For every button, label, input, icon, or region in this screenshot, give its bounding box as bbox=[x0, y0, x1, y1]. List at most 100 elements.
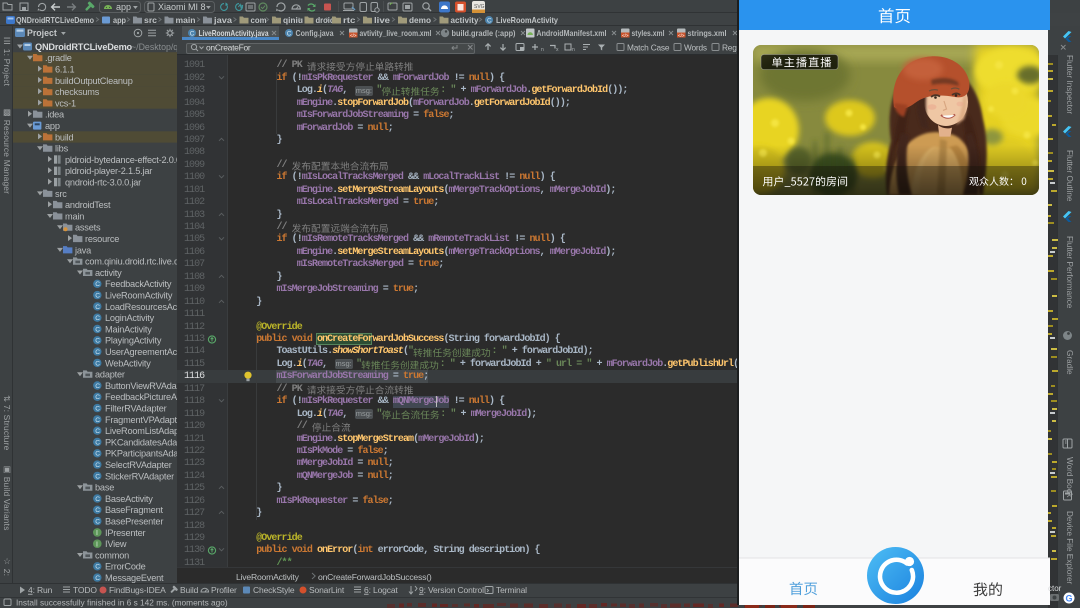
svg-text:BaseActivity: BaseActivity bbox=[105, 494, 153, 504]
svg-text:BaseFragment: BaseFragment bbox=[105, 505, 164, 515]
svg-text:resource: resource bbox=[85, 234, 119, 244]
svg-text:C: C bbox=[95, 315, 100, 322]
svg-text:TODO: TODO bbox=[73, 585, 97, 595]
svg-text:4: Run: 4: Run bbox=[28, 585, 53, 595]
svg-text:buildOutputCleanup: buildOutputCleanup bbox=[55, 76, 133, 86]
svg-text:com.qiniu.droid.rtc.live.de: com.qiniu.droid.rtc.live.de bbox=[85, 257, 177, 267]
svg-text:main: main bbox=[65, 211, 84, 221]
svg-text:libs: libs bbox=[55, 144, 69, 154]
svg-text:I: I bbox=[96, 541, 98, 548]
svg-text:assets: assets bbox=[75, 223, 101, 233]
svg-text:C: C bbox=[95, 338, 100, 345]
svg-text:FeedbackPictureAda: FeedbackPictureAda bbox=[105, 392, 177, 402]
svg-text:SVG: SVG bbox=[474, 4, 485, 10]
svg-text:C: C bbox=[95, 406, 100, 413]
svg-text:C: C bbox=[487, 18, 492, 25]
svg-text:C: C bbox=[95, 496, 100, 503]
svg-text:FindBugs-IDEA: FindBugs-IDEA bbox=[109, 585, 166, 595]
svg-text:C: C bbox=[95, 575, 100, 582]
svg-text:6: Logcat: 6: Logcat bbox=[364, 585, 398, 595]
svg-text:FeedbackActivity: FeedbackActivity bbox=[105, 279, 172, 289]
svg-text:qiniu: qiniu bbox=[283, 15, 303, 25]
svg-text:LiveRoomActivity: LiveRoomActivity bbox=[496, 15, 558, 25]
svg-text:StickerRVAdapter: StickerRVAdapter bbox=[105, 471, 174, 481]
svg-text:C: C bbox=[95, 281, 100, 288]
svg-text:Xiaomi MI 8: Xiaomi MI 8 bbox=[158, 2, 206, 12]
svg-text:SelectRVAdapter: SelectRVAdapter bbox=[105, 460, 172, 470]
svg-text:Profiler: Profiler bbox=[211, 585, 237, 595]
svg-text:QNDroidRTCLiveDemo: QNDroidRTCLiveDemo bbox=[16, 15, 94, 25]
svg-text:base: base bbox=[95, 483, 114, 493]
svg-text:androidTest: androidTest bbox=[65, 200, 111, 210]
svg-text:C: C bbox=[95, 564, 100, 571]
svg-text:C: C bbox=[95, 439, 100, 446]
svg-text:PKCandidatesAdapte: PKCandidatesAdapte bbox=[105, 437, 177, 447]
svg-text:MessageEvent: MessageEvent bbox=[105, 573, 164, 583]
svg-text:C: C bbox=[95, 360, 100, 367]
svg-text:I: I bbox=[96, 530, 98, 537]
svg-text:CheckStyle: CheckStyle bbox=[253, 585, 295, 595]
svg-text:droid: droid bbox=[316, 15, 335, 25]
svg-text:C: C bbox=[95, 349, 100, 356]
svg-text:app: app bbox=[45, 121, 60, 131]
svg-text:C: C bbox=[95, 394, 100, 401]
svg-text:src: src bbox=[144, 15, 157, 25]
svg-text:~/Desktop/qini: ~/Desktop/qini bbox=[131, 42, 177, 52]
svg-text:LoginActivity: LoginActivity bbox=[105, 313, 155, 323]
svg-text:C: C bbox=[95, 473, 100, 480]
svg-text:WebActivity: WebActivity bbox=[105, 358, 151, 368]
svg-text:app: app bbox=[116, 2, 131, 12]
svg-text:rtc: rtc bbox=[343, 15, 356, 25]
svg-text:pldroid-player-2.1.5.jar: pldroid-player-2.1.5.jar bbox=[65, 166, 152, 176]
svg-text:C: C bbox=[95, 428, 100, 435]
svg-text:java: java bbox=[213, 15, 232, 25]
svg-text:MainActivity: MainActivity bbox=[105, 324, 152, 334]
svg-text:FilterRVAdapter: FilterRVAdapter bbox=[105, 404, 167, 414]
svg-text:FragmentVPAdapter: FragmentVPAdapter bbox=[105, 415, 177, 425]
svg-text:C: C bbox=[95, 383, 100, 390]
svg-text:LiveRoomActivity: LiveRoomActivity bbox=[105, 291, 173, 301]
svg-text:G: G bbox=[1066, 594, 1073, 604]
svg-text:UserAgreementActiv: UserAgreementActiv bbox=[105, 347, 177, 357]
svg-text:C: C bbox=[95, 326, 100, 333]
svg-text:9: Version Control: 9: Version Control bbox=[419, 585, 484, 595]
svg-text:qndroid-rtc-3.0.0.jar: qndroid-rtc-3.0.0.jar bbox=[65, 178, 141, 188]
svg-text:main: main bbox=[176, 15, 196, 25]
svg-text:PlayingActivity: PlayingActivity bbox=[105, 336, 162, 346]
svg-text:QNDroidRTCLiveDemo: QNDroidRTCLiveDemo bbox=[35, 42, 133, 52]
svg-text:C: C bbox=[95, 417, 100, 424]
svg-text:activity: activity bbox=[95, 268, 122, 278]
svg-text:ErrorCode: ErrorCode bbox=[105, 562, 146, 572]
svg-text:pldroid-bytedance-effect-2.0.0: pldroid-bytedance-effect-2.0.0 bbox=[65, 155, 177, 165]
svg-text:demo: demo bbox=[409, 15, 431, 25]
svg-text:.gradle: .gradle bbox=[45, 53, 72, 63]
svg-text:LoadResourcesActiv: LoadResourcesActiv bbox=[105, 302, 177, 312]
svg-text:C: C bbox=[95, 507, 100, 514]
svg-text:IPresenter: IPresenter bbox=[105, 528, 146, 538]
svg-text:ButtonViewRVAdapte: ButtonViewRVAdapte bbox=[105, 381, 177, 391]
svg-text:app: app bbox=[113, 15, 126, 25]
svg-text:build: build bbox=[55, 132, 74, 142]
svg-text:IView: IView bbox=[105, 539, 127, 549]
svg-text:.idea: .idea bbox=[45, 110, 65, 120]
svg-text:C: C bbox=[95, 293, 100, 300]
svg-text:com: com bbox=[251, 15, 267, 25]
svg-text:PKParticipantsAdapt: PKParticipantsAdapt bbox=[105, 449, 177, 459]
svg-text:checksums: checksums bbox=[55, 87, 100, 97]
svg-text:activity: activity bbox=[451, 15, 479, 25]
svg-text:Terminal: Terminal bbox=[496, 585, 527, 595]
svg-text:src: src bbox=[55, 189, 67, 199]
svg-text:C: C bbox=[95, 519, 100, 526]
svg-text:adapter: adapter bbox=[95, 370, 125, 380]
svg-text:live: live bbox=[374, 15, 390, 25]
svg-text:Install successfully finished: Install successfully finished in 6 s 142… bbox=[16, 597, 228, 607]
svg-text:LiveRoomListAdapte: LiveRoomListAdapte bbox=[105, 426, 177, 436]
svg-text:BasePresenter: BasePresenter bbox=[105, 517, 163, 527]
svg-text:C: C bbox=[95, 451, 100, 458]
svg-text:6.1.1: 6.1.1 bbox=[55, 65, 75, 75]
svg-text:SonarLint: SonarLint bbox=[309, 585, 345, 595]
svg-text:vcs-1: vcs-1 bbox=[55, 98, 76, 108]
svg-text:C: C bbox=[95, 304, 100, 311]
svg-text:common: common bbox=[95, 550, 129, 560]
svg-text:java: java bbox=[74, 245, 92, 255]
